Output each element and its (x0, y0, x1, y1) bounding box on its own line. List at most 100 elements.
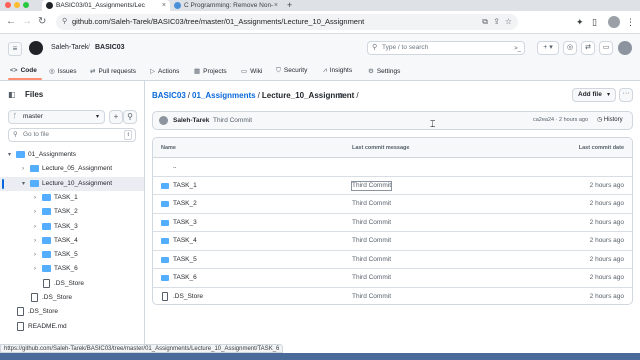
row-commit-message-link[interactable]: Third Commit (350, 180, 393, 191)
breadcrumb-repo-link[interactable]: BASIC03 (152, 91, 186, 100)
row-name-link[interactable]: TASK_2 (173, 195, 197, 213)
chevron-right-icon[interactable]: › (34, 220, 36, 234)
chevron-right-icon[interactable]: › (34, 262, 36, 276)
more-options-button[interactable]: ··· (619, 88, 633, 102)
tab-code[interactable]: <> Code (10, 67, 37, 74)
chevron-right-icon[interactable]: › (34, 205, 36, 219)
table-row[interactable]: .DS_Store Third Commit 2 hours ago (153, 288, 632, 305)
tree-folder-item[interactable]: › TASK_1 (0, 191, 144, 205)
tree-folder-item[interactable]: › TASK_6 (0, 262, 144, 276)
share-icon[interactable]: ⇪ (493, 14, 500, 30)
create-new-button[interactable]: + ▾ (537, 41, 559, 55)
history-button[interactable]: ◷ History (597, 112, 623, 129)
hamburger-menu-icon[interactable]: ≡ (8, 42, 22, 56)
tab-issues[interactable]: ◎ Issues (49, 67, 76, 75)
forward-icon[interactable]: → (22, 16, 32, 27)
chevron-right-icon[interactable]: › (22, 162, 24, 176)
table-row[interactable]: TASK_2 Third Commit 2 hours ago (153, 195, 632, 214)
tree-folder-item[interactable]: › TASK_2 (0, 205, 144, 219)
chevron-down-icon[interactable]: ▾ (22, 177, 25, 191)
minimize-window-dot[interactable] (14, 2, 20, 8)
row-commit-message-link[interactable]: Third Commit (352, 232, 391, 250)
table-row[interactable]: TASK_5 Third Commit 2 hours ago (153, 251, 632, 269)
breadcrumb-folder-link[interactable]: 01_Assignments (192, 91, 256, 100)
author-avatar[interactable] (159, 116, 168, 125)
zoom-window-dot[interactable] (23, 2, 29, 8)
row-commit-message-link[interactable]: Third Commit (352, 214, 391, 232)
user-avatar[interactable] (618, 41, 632, 55)
tree-file-item[interactable]: .DS_Store (0, 277, 144, 291)
go-to-file-input[interactable]: ⚲ Go to file t (8, 128, 136, 142)
site-info-icon[interactable]: ⚲ (62, 14, 67, 30)
table-row[interactable]: TASK_6 Third Commit 2 hours ago (153, 269, 632, 288)
tab-insights[interactable]: ⩘ Insights (323, 67, 352, 75)
tree-file-item[interactable]: README.md (0, 320, 144, 334)
search-icon[interactable]: ⚲ (123, 110, 137, 124)
tab-projects[interactable]: ▦ Projects (194, 67, 227, 75)
issues-icon[interactable]: ◎ (563, 41, 577, 55)
add-file-icon[interactable]: + (109, 110, 123, 124)
row-name-link[interactable]: .DS_Store (173, 288, 203, 305)
repo-name-link[interactable]: BASIC03 (95, 44, 125, 51)
row-commit-message-link[interactable]: Third Commit (352, 269, 391, 287)
chevron-right-icon[interactable]: › (34, 234, 36, 248)
add-file-button[interactable]: Add file ▾ (572, 88, 616, 102)
table-row[interactable]: TASK_4 Third Commit 2 hours ago (153, 232, 632, 251)
tree-folder-item[interactable]: › TASK_4 (0, 234, 144, 248)
tab-settings[interactable]: ⚙ Settings (368, 67, 400, 75)
tree-folder-item[interactable]: ▾ 01_Assignments (0, 148, 144, 162)
browser-tab-active[interactable]: BASIC03/01_Assignments/Lec × (42, 0, 170, 11)
commit-message-link[interactable]: Third Commit (213, 112, 252, 129)
table-row[interactable]: TASK_1 Third Commit 2 hours ago (153, 177, 632, 195)
table-row[interactable]: TASK_3 Third Commit 2 hours ago (153, 214, 632, 232)
row-name-link[interactable]: TASK_5 (173, 251, 197, 269)
address-bar[interactable]: ⚲ github.com/Saleh-Tarek/BASIC03/tree/ma… (56, 14, 518, 30)
bookmark-star-icon[interactable]: ☆ (505, 14, 512, 30)
tab-pull-requests[interactable]: ⇄ Pull requests (90, 67, 136, 75)
row-name-link[interactable]: TASK_3 (173, 214, 197, 232)
profile-avatar[interactable] (608, 16, 620, 28)
commit-sha-link[interactable]: ca2ea24 · 2 hours ago (533, 112, 588, 129)
search-input[interactable]: ⚲ Type / to search >_ (367, 41, 525, 55)
tab-security[interactable]: ⛉ Security (276, 67, 307, 75)
chevron-down-icon[interactable]: ▾ (8, 148, 11, 162)
inbox-icon[interactable]: ▭ (599, 41, 613, 55)
tree-file-item[interactable]: .DS_Store (0, 291, 144, 305)
chevron-right-icon[interactable]: › (34, 191, 36, 205)
row-name-link[interactable]: TASK_6 (173, 269, 197, 287)
pull-requests-icon[interactable]: ⇄ (581, 41, 595, 55)
close-tab-icon[interactable]: × (274, 0, 278, 11)
close-window-dot[interactable] (5, 2, 11, 8)
repo-owner-link[interactable]: Saleh-Tarek (51, 44, 88, 51)
close-tab-icon[interactable]: × (162, 0, 166, 11)
row-commit-message-link[interactable]: Third Commit (352, 251, 391, 269)
tree-file-item[interactable]: .DS_Store (0, 305, 144, 319)
extensions-icon[interactable]: ✦ (576, 17, 584, 28)
github-logo-icon[interactable] (29, 41, 43, 55)
reload-icon[interactable]: ↻ (38, 16, 46, 27)
tree-folder-item[interactable]: › Lecture_05_Assignment (0, 162, 144, 176)
command-palette-icon[interactable]: >_ (514, 43, 521, 55)
back-icon[interactable]: ← (6, 16, 16, 27)
row-name-link[interactable]: TASK_1 (173, 177, 197, 195)
tree-folder-item[interactable]: › TASK_3 (0, 220, 144, 234)
collapse-sidebar-icon[interactable]: ◧ (8, 90, 16, 99)
chevron-right-icon[interactable]: › (34, 248, 36, 262)
new-tab-button[interactable]: + (287, 0, 292, 11)
row-commit-message-link[interactable]: Third Commit (352, 195, 391, 213)
browser-tab[interactable]: C Programming: Remove Non- × (170, 0, 282, 11)
tab-wiki[interactable]: ▭ Wiki (241, 67, 262, 75)
tree-folder-item[interactable]: › TASK_5 (0, 248, 144, 262)
tab-actions[interactable]: ▷ Actions (150, 67, 179, 75)
branch-selector[interactable]: ᚴ master ▾ (8, 110, 105, 124)
commit-author-link[interactable]: Saleh-Tarek (173, 112, 209, 129)
copy-path-icon[interactable]: ⧉ (338, 91, 344, 101)
row-commit-message-link[interactable]: Third Commit (352, 288, 391, 305)
row-name-link[interactable]: TASK_4 (173, 232, 197, 250)
install-icon[interactable]: ⧉ (482, 14, 488, 30)
table-row[interactable]: .. (153, 158, 632, 177)
row-name-link[interactable]: .. (173, 158, 177, 176)
tree-folder-item[interactable]: ▾ Lecture_10_Assignment (0, 176, 144, 191)
side-panel-icon[interactable]: ▯ (592, 17, 597, 28)
browser-menu-icon[interactable]: ⋮ (626, 17, 635, 28)
